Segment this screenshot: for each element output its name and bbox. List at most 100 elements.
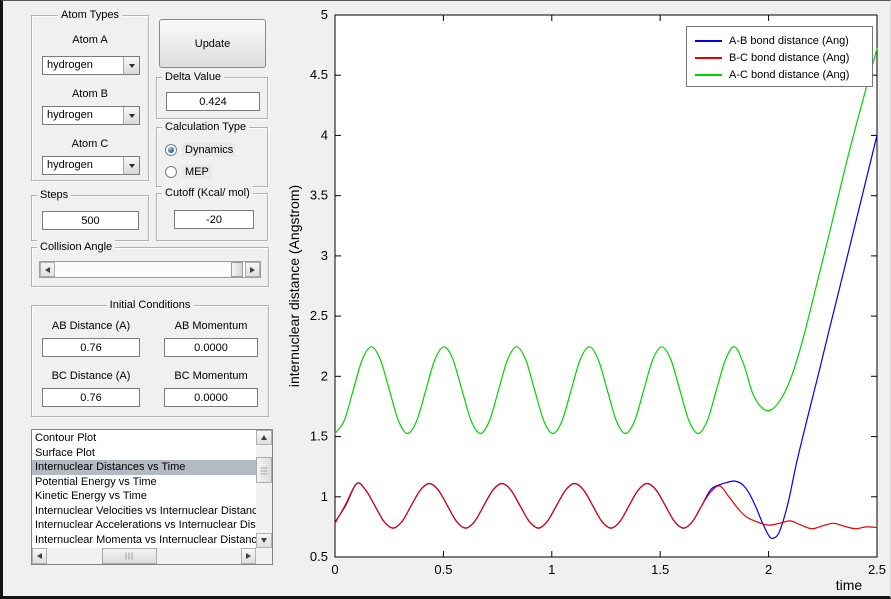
svg-text:4.5: 4.5 — [310, 67, 328, 82]
scroll-up-icon[interactable] — [256, 430, 272, 445]
delta-value-title: Delta Value — [162, 70, 225, 84]
atom-c-value: hydrogen — [47, 159, 93, 171]
scrollbar-corner — [256, 548, 272, 564]
vertical-scrollbar[interactable] — [256, 430, 272, 548]
slider-left-arrow-icon[interactable] — [40, 262, 55, 277]
mep-radio-label: MEP — [182, 165, 212, 179]
cutoff-title: Cutoff (Kcal/ mol) — [162, 186, 253, 200]
legend-item: A-B bond distance (Ang) — [687, 32, 872, 49]
slider-right-arrow-icon[interactable] — [245, 262, 260, 277]
atom-c-dropdown[interactable]: hydrogen — [42, 156, 140, 175]
atom-c-label: Atom C — [71, 138, 109, 150]
svg-text:1.5: 1.5 — [310, 429, 328, 444]
cutoff-input[interactable] — [174, 210, 254, 229]
atom-b-label: Atom B — [71, 88, 109, 100]
svg-text:2.5: 2.5 — [868, 562, 886, 577]
list-item[interactable]: Potential Energy vs Time — [32, 475, 256, 490]
svg-text:2: 2 — [321, 368, 328, 383]
delta-value-input[interactable] — [166, 92, 260, 111]
atom-a-value: hydrogen — [47, 59, 93, 71]
initial-conditions-group: Initial Conditions AB Distance (A) AB Mo… — [31, 298, 269, 417]
calculation-type-group: Calculation Type Dynamics MEP — [156, 120, 268, 187]
svg-text:time: time — [836, 577, 863, 593]
bc-momentum-label: BC Momentum — [174, 370, 248, 382]
collision-angle-title: Collision Angle — [37, 240, 116, 254]
bc-distance-input[interactable] — [42, 388, 140, 407]
plot-canvas: 0 0.5 1 1.5 2 2.50.511.522.533.544.55internuc… — [286, 7, 886, 593]
svg-text:5: 5 — [321, 7, 328, 22]
svg-text:0: 0 — [331, 562, 338, 577]
plot-type-list: Contour Plot Surface Plot Internuclear D… — [32, 431, 256, 548]
steps-title: Steps — [37, 188, 72, 202]
calculation-type-title: Calculation Type — [162, 120, 250, 134]
cutoff-group: Cutoff (Kcal/ mol) — [156, 186, 268, 241]
vertical-scroll-thumb[interactable] — [256, 457, 272, 483]
mep-radio[interactable]: MEP — [165, 164, 212, 180]
collision-angle-slider[interactable] — [39, 261, 261, 278]
dropdown-arrow-icon[interactable] — [123, 107, 139, 124]
legend-label: A-B bond distance (Ang) — [729, 34, 849, 47]
app-window: Atom Types Atom A hydrogen Atom B hydrog… — [0, 0, 891, 599]
horizontal-scrollbar[interactable] — [32, 548, 256, 564]
ab-momentum-input[interactable] — [164, 338, 258, 357]
svg-text:0.5: 0.5 — [434, 562, 452, 577]
legend-item: B-C bond distance (Ang) — [687, 49, 872, 66]
legend-line-swatch-red — [695, 56, 722, 59]
list-item[interactable]: Internuclear Velocities vs Internuclear … — [32, 504, 256, 519]
ab-distance-label: AB Distance (A) — [51, 320, 131, 332]
list-item[interactable]: Internuclear Distances vs Time — [32, 460, 256, 475]
atom-a-dropdown[interactable]: hydrogen — [42, 56, 140, 75]
atom-types-title: Atom Types — [58, 8, 122, 22]
scroll-left-icon[interactable] — [32, 548, 47, 564]
svg-text:1: 1 — [548, 562, 555, 577]
horizontal-scroll-thumb[interactable] — [102, 548, 157, 564]
svg-text:1: 1 — [321, 489, 328, 504]
update-button[interactable]: Update — [159, 19, 266, 68]
atom-a-label: Atom A — [72, 34, 108, 46]
list-item[interactable]: Internuclear Momenta vs Internuclear Dis… — [32, 533, 256, 548]
slider-track[interactable] — [55, 262, 245, 277]
dropdown-arrow-icon[interactable] — [123, 157, 139, 174]
list-item[interactable]: Contour Plot — [32, 431, 256, 446]
horizontal-scroll-track[interactable] — [47, 548, 241, 564]
scroll-down-icon[interactable] — [256, 533, 272, 548]
svg-text:1.5: 1.5 — [651, 562, 669, 577]
svg-text:internuclear distance (Angstro: internuclear distance (Angstrom) — [286, 185, 302, 387]
list-item[interactable]: Kinetic Energy vs Time — [32, 489, 256, 504]
legend-item: A-C bond distance (Ang) — [687, 66, 872, 83]
ab-distance-input[interactable] — [42, 338, 140, 357]
svg-text:2.5: 2.5 — [310, 308, 328, 323]
bc-distance-label: BC Distance (A) — [51, 370, 131, 382]
list-item[interactable]: Internuclear Accelerations vs Internucle… — [32, 518, 256, 533]
radio-button-icon[interactable] — [165, 144, 177, 156]
svg-text:3.5: 3.5 — [310, 188, 328, 203]
list-item[interactable]: Surface Plot — [32, 446, 256, 461]
atom-b-value: hydrogen — [47, 109, 93, 121]
radio-button-icon[interactable] — [165, 166, 177, 178]
svg-text:4: 4 — [321, 127, 328, 142]
dropdown-arrow-icon[interactable] — [123, 57, 139, 74]
legend-line-swatch-green — [695, 73, 722, 76]
slider-thumb[interactable] — [231, 262, 243, 277]
dynamics-radio[interactable]: Dynamics — [165, 142, 237, 158]
steps-input[interactable] — [42, 211, 139, 230]
atom-types-group: Atom Types Atom A hydrogen Atom B hydrog… — [31, 8, 149, 181]
svg-text:3: 3 — [321, 248, 328, 263]
vertical-scroll-track[interactable] — [256, 445, 272, 533]
legend-line-swatch-blue — [695, 39, 722, 42]
atom-b-dropdown[interactable]: hydrogen — [42, 106, 140, 125]
legend-label: A-C bond distance (Ang) — [729, 68, 850, 81]
legend: A-B bond distance (Ang) B-C bond distanc… — [686, 26, 873, 87]
bc-momentum-input[interactable] — [164, 388, 258, 407]
delta-value-group: Delta Value — [156, 70, 268, 119]
legend-label: B-C bond distance (Ang) — [729, 51, 850, 64]
scroll-right-icon[interactable] — [241, 548, 256, 564]
svg-text:2: 2 — [765, 562, 772, 577]
dynamics-radio-label: Dynamics — [182, 143, 237, 157]
steps-group: Steps — [31, 188, 149, 241]
collision-angle-group: Collision Angle — [31, 240, 269, 287]
plot-type-listbox[interactable]: Contour Plot Surface Plot Internuclear D… — [31, 429, 273, 565]
svg-text:0.5: 0.5 — [310, 549, 328, 564]
ab-momentum-label: AB Momentum — [174, 320, 248, 332]
initial-conditions-title: Initial Conditions — [106, 298, 194, 312]
